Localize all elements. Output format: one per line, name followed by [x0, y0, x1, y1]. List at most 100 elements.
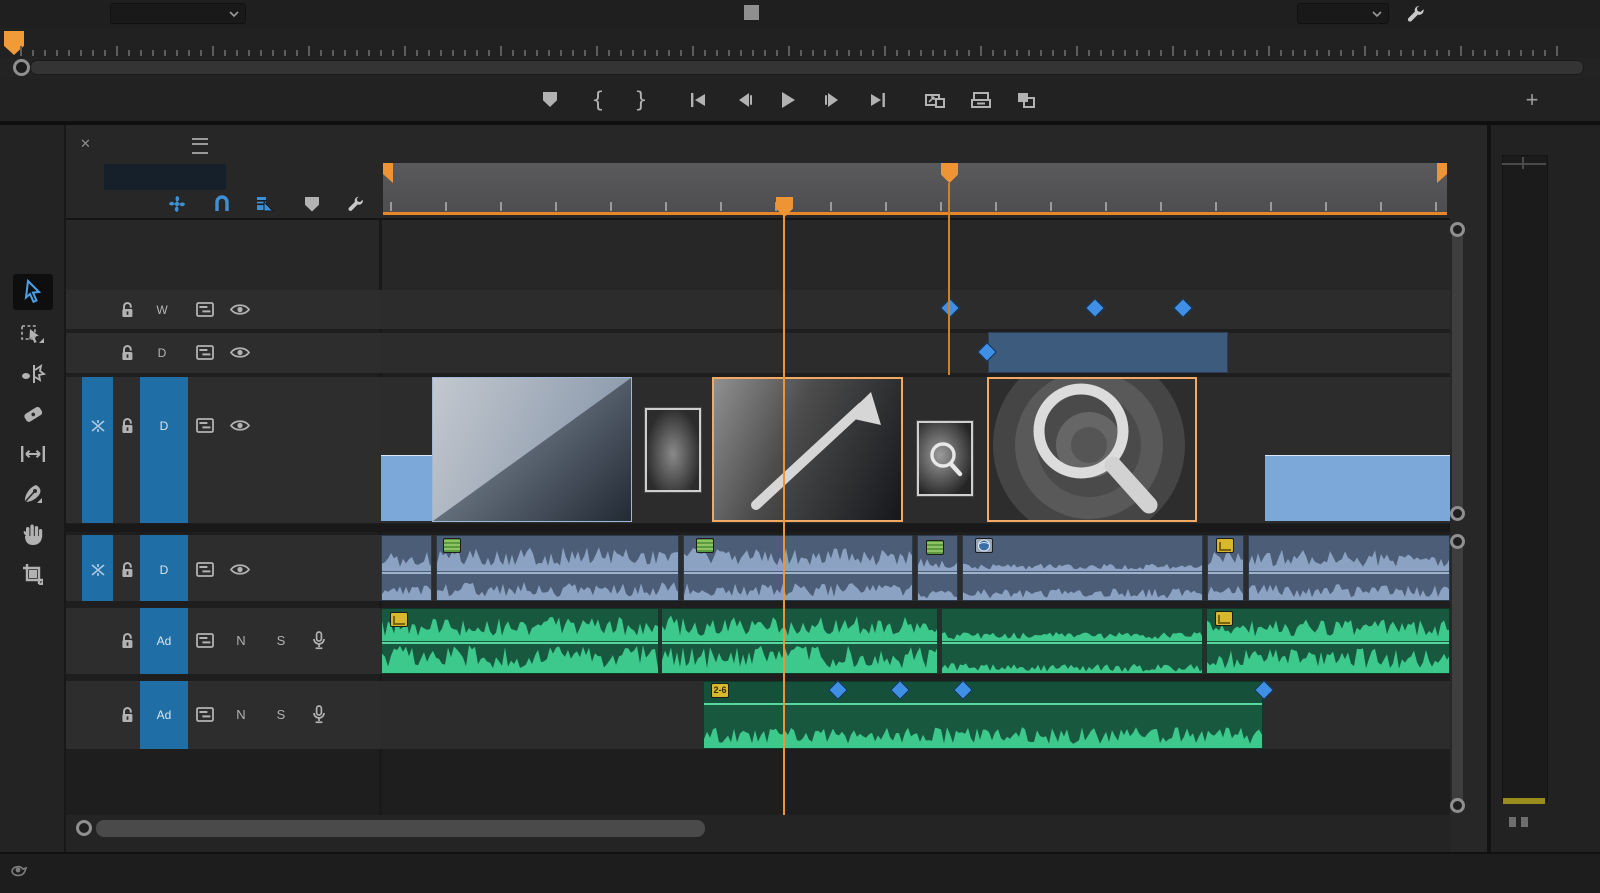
top-scrollbar[interactable]	[0, 58, 1600, 78]
play-button[interactable]	[771, 78, 805, 121]
waveform	[1208, 575, 1244, 601]
nest-toggle[interactable]	[164, 192, 190, 216]
a2-solo-toggle[interactable]: S	[273, 706, 289, 724]
globe-icon	[976, 539, 992, 552]
lane-separator	[1208, 572, 1244, 574]
panel-menu-icon[interactable]	[192, 138, 208, 154]
a1-solo-toggle[interactable]: S	[273, 632, 289, 650]
crop-tool[interactable]	[13, 556, 53, 592]
audio-scrollbar-track[interactable]	[1452, 542, 1463, 804]
video-scrollbar-track[interactable]	[1452, 230, 1463, 514]
go-to-in-button[interactable]	[681, 78, 715, 121]
video-clip[interactable]	[381, 455, 432, 521]
av-clip[interactable]	[962, 535, 1203, 601]
ruler-tick	[720, 202, 722, 211]
av-lock-toggle[interactable]	[120, 561, 136, 579]
v1-output-toggle[interactable]	[230, 419, 250, 432]
scrollbar-thumb[interactable]	[30, 60, 1584, 75]
lift-button[interactable]	[918, 78, 952, 121]
lane-separator	[382, 572, 432, 574]
add-marker-button[interactable]	[299, 192, 325, 216]
av-sync-lock-toggle[interactable]	[196, 562, 214, 577]
timeline-settings-button[interactable]	[342, 192, 368, 216]
mark-in-button[interactable]: {	[581, 78, 615, 121]
audio-scrollbar-bottom-handle[interactable]	[1450, 798, 1465, 813]
linked-selection-toggle[interactable]	[252, 192, 278, 216]
add-button[interactable]: +	[1520, 78, 1544, 121]
a2-sync-lock-toggle[interactable]	[196, 707, 214, 722]
razor-tool[interactable]	[13, 396, 53, 432]
step-forward-button[interactable]	[815, 78, 849, 121]
v1-source-patch[interactable]	[82, 377, 113, 523]
audio-scrollbar-top-handle[interactable]	[1450, 534, 1465, 549]
a1-lock-toggle[interactable]	[120, 632, 136, 650]
audio-clip[interactable]	[381, 608, 659, 674]
timeline-panel: ✕ WDDDAdNSAdNS2-6	[66, 125, 1487, 852]
v1-sync-lock-toggle[interactable]	[196, 418, 214, 433]
v2-clip[interactable]	[988, 332, 1228, 373]
ruler-tick	[1215, 202, 1217, 211]
top-right-dropdown[interactable]	[1297, 3, 1389, 24]
status-icon[interactable]	[8, 859, 30, 879]
video-clip-thumbnail[interactable]	[432, 377, 632, 522]
marker-button[interactable]	[533, 78, 567, 121]
hand-tool[interactable]	[13, 516, 53, 552]
track-select-tool[interactable]	[13, 316, 53, 352]
video-scrollbar-bottom-handle[interactable]	[1450, 506, 1465, 521]
audio-clip[interactable]	[1206, 608, 1450, 674]
av-clip[interactable]	[1248, 535, 1450, 601]
video-scrollbar-top-handle[interactable]	[1450, 222, 1465, 237]
selection-tool[interactable]	[13, 274, 53, 310]
av-source-patch[interactable]	[82, 535, 113, 601]
ripple-edit-tool[interactable]	[13, 356, 53, 392]
thumbnail-image	[433, 378, 631, 521]
video-clip-thumbnail[interactable]	[917, 421, 973, 496]
video-clip-selected[interactable]	[712, 377, 903, 522]
v1-lock-toggle[interactable]	[120, 417, 136, 435]
zoom-scrollbar-handle[interactable]	[76, 820, 92, 836]
timecode-display[interactable]	[104, 164, 226, 190]
audio-clip[interactable]	[703, 681, 1263, 749]
video-clip-thumbnail[interactable]	[645, 408, 701, 492]
a2-lock-toggle[interactable]	[120, 706, 136, 724]
v3-lock-toggle[interactable]	[120, 301, 136, 319]
v3-sync-lock-toggle[interactable]	[196, 302, 214, 317]
mark-out-button[interactable]: }	[624, 78, 658, 121]
scrollbar-left-handle[interactable]	[13, 59, 30, 76]
v2-sync-lock-toggle[interactable]	[196, 345, 214, 360]
av-clip[interactable]	[436, 535, 679, 601]
zoom-scrollbar-thumb[interactable]	[96, 820, 705, 837]
snap-toggle[interactable]	[209, 192, 235, 216]
step-back-button[interactable]	[728, 78, 762, 121]
audio-clip[interactable]	[661, 608, 938, 674]
a1-voiceover-toggle[interactable]	[312, 631, 326, 650]
extract-button[interactable]	[964, 78, 998, 121]
work-area-bar[interactable]	[383, 163, 1447, 212]
video-clip-selected[interactable]	[987, 377, 1197, 522]
a1-target-toggle[interactable]: Ad	[140, 608, 188, 674]
v2-output-toggle[interactable]	[230, 346, 250, 359]
v3-output-toggle[interactable]	[230, 303, 250, 316]
av-clip[interactable]	[683, 535, 913, 601]
go-to-out-button[interactable]	[861, 78, 895, 121]
v1-target-toggle[interactable]: D	[140, 377, 188, 523]
slip-tool[interactable]	[13, 436, 53, 472]
top-left-dropdown[interactable]	[110, 3, 246, 24]
a2-target-toggle[interactable]: Ad	[140, 681, 188, 749]
mini-timeline-ruler[interactable]	[0, 28, 1600, 58]
lane-separator	[1249, 572, 1450, 574]
av-target-toggle[interactable]: D	[140, 535, 188, 601]
settings-wrench-icon[interactable]	[1404, 3, 1426, 25]
video-clip[interactable]	[1265, 455, 1450, 521]
a2-voiceover-toggle[interactable]	[312, 705, 326, 724]
audio-clip[interactable]	[941, 608, 1203, 674]
export-frame-button[interactable]	[1009, 78, 1043, 121]
pen-tool[interactable]	[13, 476, 53, 512]
av-output-toggle[interactable]	[230, 563, 250, 576]
a2-mute-toggle[interactable]: N	[233, 706, 249, 724]
a1-mute-toggle[interactable]: N	[233, 632, 249, 650]
a1-sync-lock-toggle[interactable]	[196, 633, 214, 648]
v2-lock-toggle[interactable]	[120, 344, 136, 362]
close-icon[interactable]: ✕	[80, 136, 91, 152]
av-clip[interactable]	[381, 535, 432, 601]
